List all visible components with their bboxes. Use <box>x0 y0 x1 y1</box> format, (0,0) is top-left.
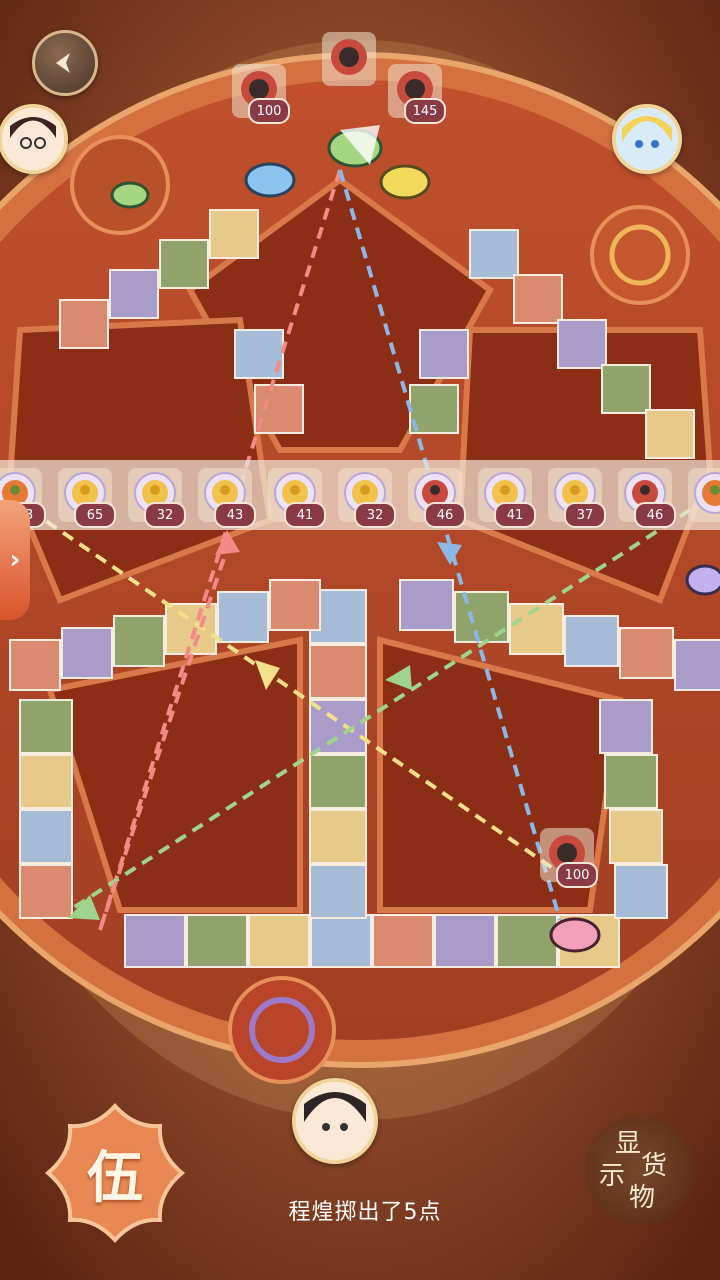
lane-item[interactable]: 46 <box>618 468 676 528</box>
board-tile <box>674 639 720 691</box>
lane-items: 83653243413246413746 <box>0 465 720 528</box>
purple-fly-piece[interactable] <box>685 564 720 596</box>
board-tile <box>254 384 304 434</box>
board-tile <box>309 864 367 919</box>
board-tile <box>372 914 434 968</box>
player-top-right-avatar[interactable] <box>612 104 682 174</box>
dice-button[interactable]: 伍 <box>40 1098 190 1248</box>
lane-item[interactable]: 43 <box>198 468 256 528</box>
board-tile <box>269 579 321 631</box>
board-tile <box>469 229 519 279</box>
board-tile <box>59 299 109 349</box>
side-panel-toggle[interactable]: › <box>0 500 30 620</box>
board-tile <box>604 754 658 809</box>
player-top-right-portrait <box>616 108 678 170</box>
board-tile <box>564 615 619 667</box>
board-tile <box>309 809 367 864</box>
bottom-card[interactable]: 100 <box>540 828 598 888</box>
board-tile <box>557 319 607 369</box>
board-tile <box>309 644 367 699</box>
medallion-bottom <box>228 976 336 1084</box>
lane-item-count: 46 <box>634 502 676 528</box>
lane-item-count: 37 <box>564 502 606 528</box>
lane-item[interactable]: 32 <box>128 468 186 528</box>
board-tile <box>399 579 454 631</box>
blue-fly-piece[interactable] <box>244 162 296 198</box>
bottom-card-count: 100 <box>556 862 598 888</box>
lane-item-count: 41 <box>494 502 536 528</box>
top-card-right-count: 145 <box>404 98 446 124</box>
board-tile <box>509 603 564 655</box>
lane-item[interactable]: 46 <box>408 468 466 528</box>
top-card-center[interactable] <box>322 32 376 86</box>
board-tile <box>409 384 459 434</box>
game-screen: 83653243413246413746 100 145 100 › <box>0 0 720 1280</box>
lane-item[interactable]: 41 <box>478 468 536 528</box>
board-tile <box>19 699 73 754</box>
board-tile <box>109 269 159 319</box>
lane-item-count: 43 <box>214 502 256 528</box>
lane-item-count: 41 <box>284 502 326 528</box>
board-tile <box>601 364 651 414</box>
board-tile <box>159 239 209 289</box>
board-tile <box>599 699 653 754</box>
roll-message: 程煌掷出了5点 <box>288 1200 442 1225</box>
back-button[interactable] <box>32 30 98 96</box>
board-tile <box>496 914 558 968</box>
board-tile <box>19 754 73 809</box>
chevron-right-icon: › <box>9 545 21 575</box>
show-goods-char-4: 物 <box>629 1183 656 1213</box>
board-tile <box>165 603 217 655</box>
dice-result-label: 伍 <box>87 1144 143 1211</box>
player-top-left-portrait <box>2 108 64 170</box>
show-goods-char-2: 示 <box>599 1161 626 1191</box>
board-tile <box>124 914 186 968</box>
lane-item[interactable] <box>688 468 720 522</box>
yellow-fly-piece[interactable] <box>379 164 431 200</box>
pink-fly-piece[interactable] <box>549 917 601 953</box>
lane-item[interactable]: 41 <box>268 468 326 528</box>
persimmon-icon <box>694 472 720 514</box>
board-tile <box>209 209 259 259</box>
top-card-right[interactable]: 145 <box>388 64 446 124</box>
show-goods-button[interactable]: 显 示 货 物 <box>585 1115 695 1225</box>
board-tile <box>614 864 668 919</box>
board-tile <box>61 627 113 679</box>
dried-fruit-plate-icon <box>331 39 367 75</box>
player-top-left-avatar[interactable] <box>0 104 68 174</box>
board-tile <box>513 274 563 324</box>
board-tile <box>113 615 165 667</box>
board-tile <box>419 329 469 379</box>
lane-item-count: 46 <box>424 502 466 528</box>
board-tile <box>186 914 248 968</box>
lane-item-count: 32 <box>144 502 186 528</box>
board-tile <box>619 627 674 679</box>
green-fly-medallion-piece <box>110 181 150 209</box>
board-tile <box>310 914 372 968</box>
medallion-top-right <box>590 205 690 305</box>
board-tile <box>248 914 310 968</box>
board-tile <box>19 864 73 919</box>
top-card-left[interactable]: 100 <box>232 64 290 124</box>
board-tile <box>609 809 663 864</box>
board-tile <box>309 754 367 809</box>
lane-item[interactable]: 32 <box>338 468 396 528</box>
lane-item[interactable]: 65 <box>58 468 116 528</box>
board-tile <box>9 639 61 691</box>
lane-item-count: 65 <box>74 502 116 528</box>
board-tile <box>217 591 269 643</box>
board-tile <box>434 914 496 968</box>
board-tile <box>645 409 695 459</box>
lane-item[interactable]: 37 <box>548 468 606 528</box>
player-bottom-portrait <box>296 1082 374 1160</box>
player-bottom-avatar[interactable] <box>292 1078 378 1164</box>
lane-item-count: 32 <box>354 502 396 528</box>
back-arrow-icon <box>56 53 70 73</box>
board-tile <box>19 809 73 864</box>
top-card-left-count: 100 <box>248 98 290 124</box>
